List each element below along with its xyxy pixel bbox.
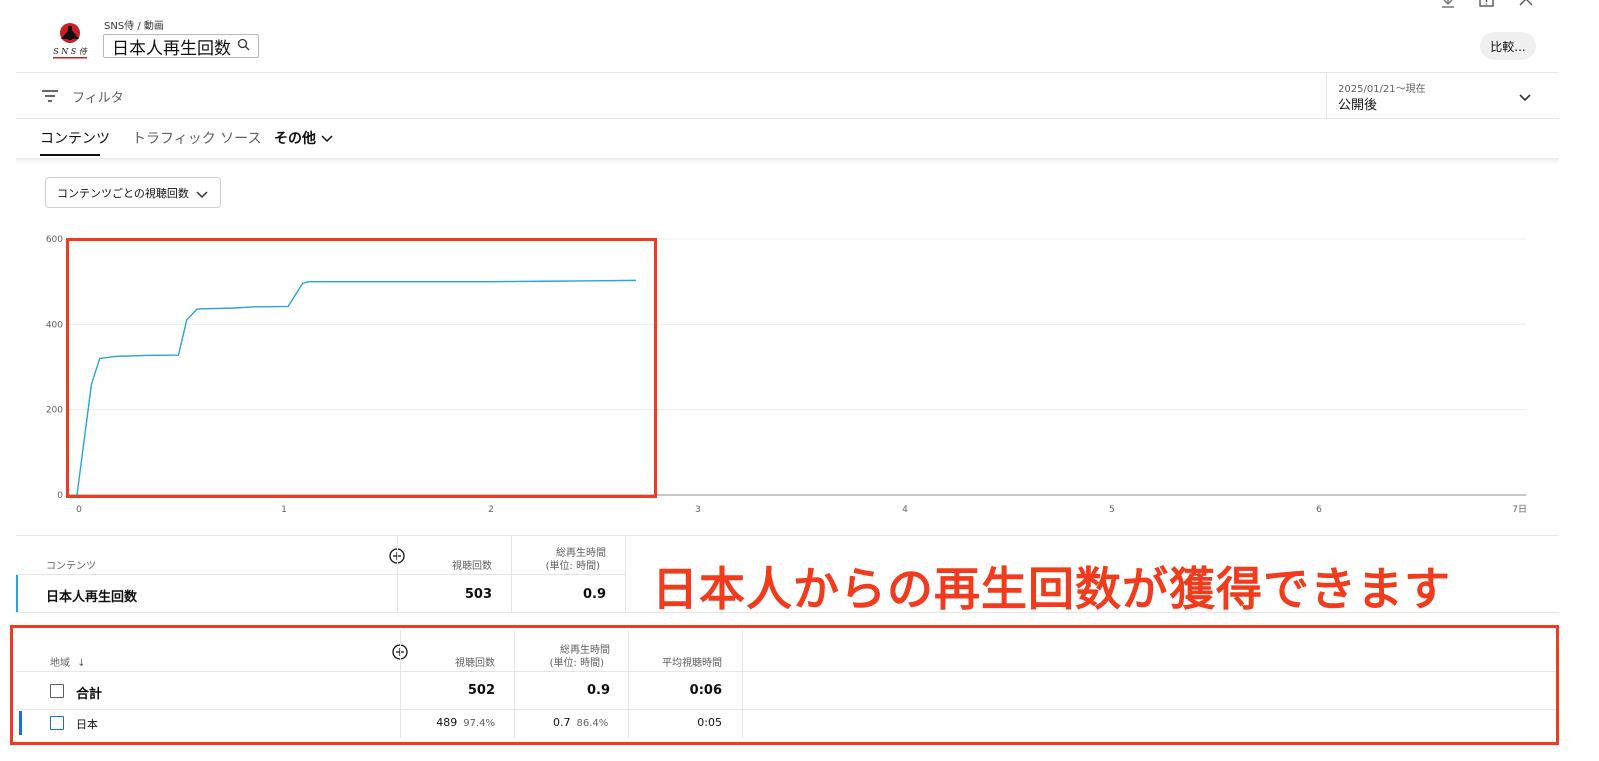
download-icon[interactable] [1440, 0, 1456, 13]
divider [16, 574, 625, 575]
col-header-watch-time-unit: (単位: 時間) [545, 561, 600, 572]
compare-button[interactable]: 比較... [1480, 32, 1536, 60]
date-range-label: 2025/01/21～現在 [1338, 84, 1426, 95]
close-icon[interactable] [1518, 0, 1534, 13]
x-tick-label: 7日 [1512, 504, 1527, 515]
y-tick-label: 600 [46, 235, 63, 245]
y-tick-label: 400 [46, 320, 63, 330]
x-tick-label: 6 [1316, 505, 1322, 515]
content-row-views: 503 [464, 587, 492, 602]
search-icon [237, 36, 250, 56]
x-tick-label: 5 [1109, 505, 1115, 515]
highlight-box-region-table [10, 625, 1559, 745]
content-row-name[interactable]: 日本人再生回数 [46, 586, 137, 605]
highlight-box-chart [66, 238, 657, 498]
x-tick-label: 2 [488, 505, 494, 515]
x-tick-label: 3 [695, 505, 701, 515]
divider [625, 536, 626, 613]
promo-caption: 日本人からの再生回数が獲得できます [652, 562, 1451, 616]
y-tick-label: 0 [57, 491, 63, 501]
breadcrumb[interactable]: SNS侍 / 動画 [104, 17, 164, 32]
tab-more[interactable]: その他 [274, 128, 333, 148]
tab-traffic-source[interactable]: トラフィック ソース [132, 128, 261, 148]
filter-input[interactable]: フィルタ [72, 87, 124, 106]
divider [16, 118, 1559, 119]
channel-logo: S N S 侍 [50, 20, 90, 62]
chevron-down-icon [321, 131, 333, 147]
series-color-marker [16, 575, 18, 612]
content-search-box[interactable]: 日本人再生回数 [103, 34, 259, 59]
tab-active-indicator [40, 154, 100, 156]
divider [16, 72, 1559, 73]
divider [16, 535, 1559, 536]
tab-content[interactable]: コンテンツ [40, 128, 110, 148]
tab-bar-shadow [16, 158, 1559, 164]
metric-dropdown-label: コンテンツごとの視聴回数 [57, 186, 189, 200]
chevron-down-icon[interactable] [1518, 88, 1532, 102]
content-row-watch-time: 0.9 [582, 587, 606, 602]
x-tick-label: 0 [76, 505, 82, 515]
tab-more-label: その他 [274, 131, 316, 147]
filter-icon[interactable] [42, 88, 58, 102]
feedback-icon[interactable] [1478, 0, 1496, 13]
page-title: 日本人再生回数 [112, 38, 231, 59]
col-header-views[interactable]: 視聴回数 [412, 557, 492, 572]
y-tick-label: 200 [46, 406, 63, 416]
divider [1326, 74, 1327, 118]
metric-dropdown[interactable]: コンテンツごとの視聴回数 [45, 177, 221, 208]
x-tick-label: 1 [281, 505, 287, 515]
date-range-selector[interactable]: 公開後 [1338, 94, 1377, 113]
col-header-content[interactable]: コンテンツ [46, 557, 96, 572]
chevron-down-icon [196, 189, 208, 199]
x-tick-label: 4 [902, 505, 908, 515]
svg-text:S N S 侍: S N S 侍 [53, 47, 88, 56]
